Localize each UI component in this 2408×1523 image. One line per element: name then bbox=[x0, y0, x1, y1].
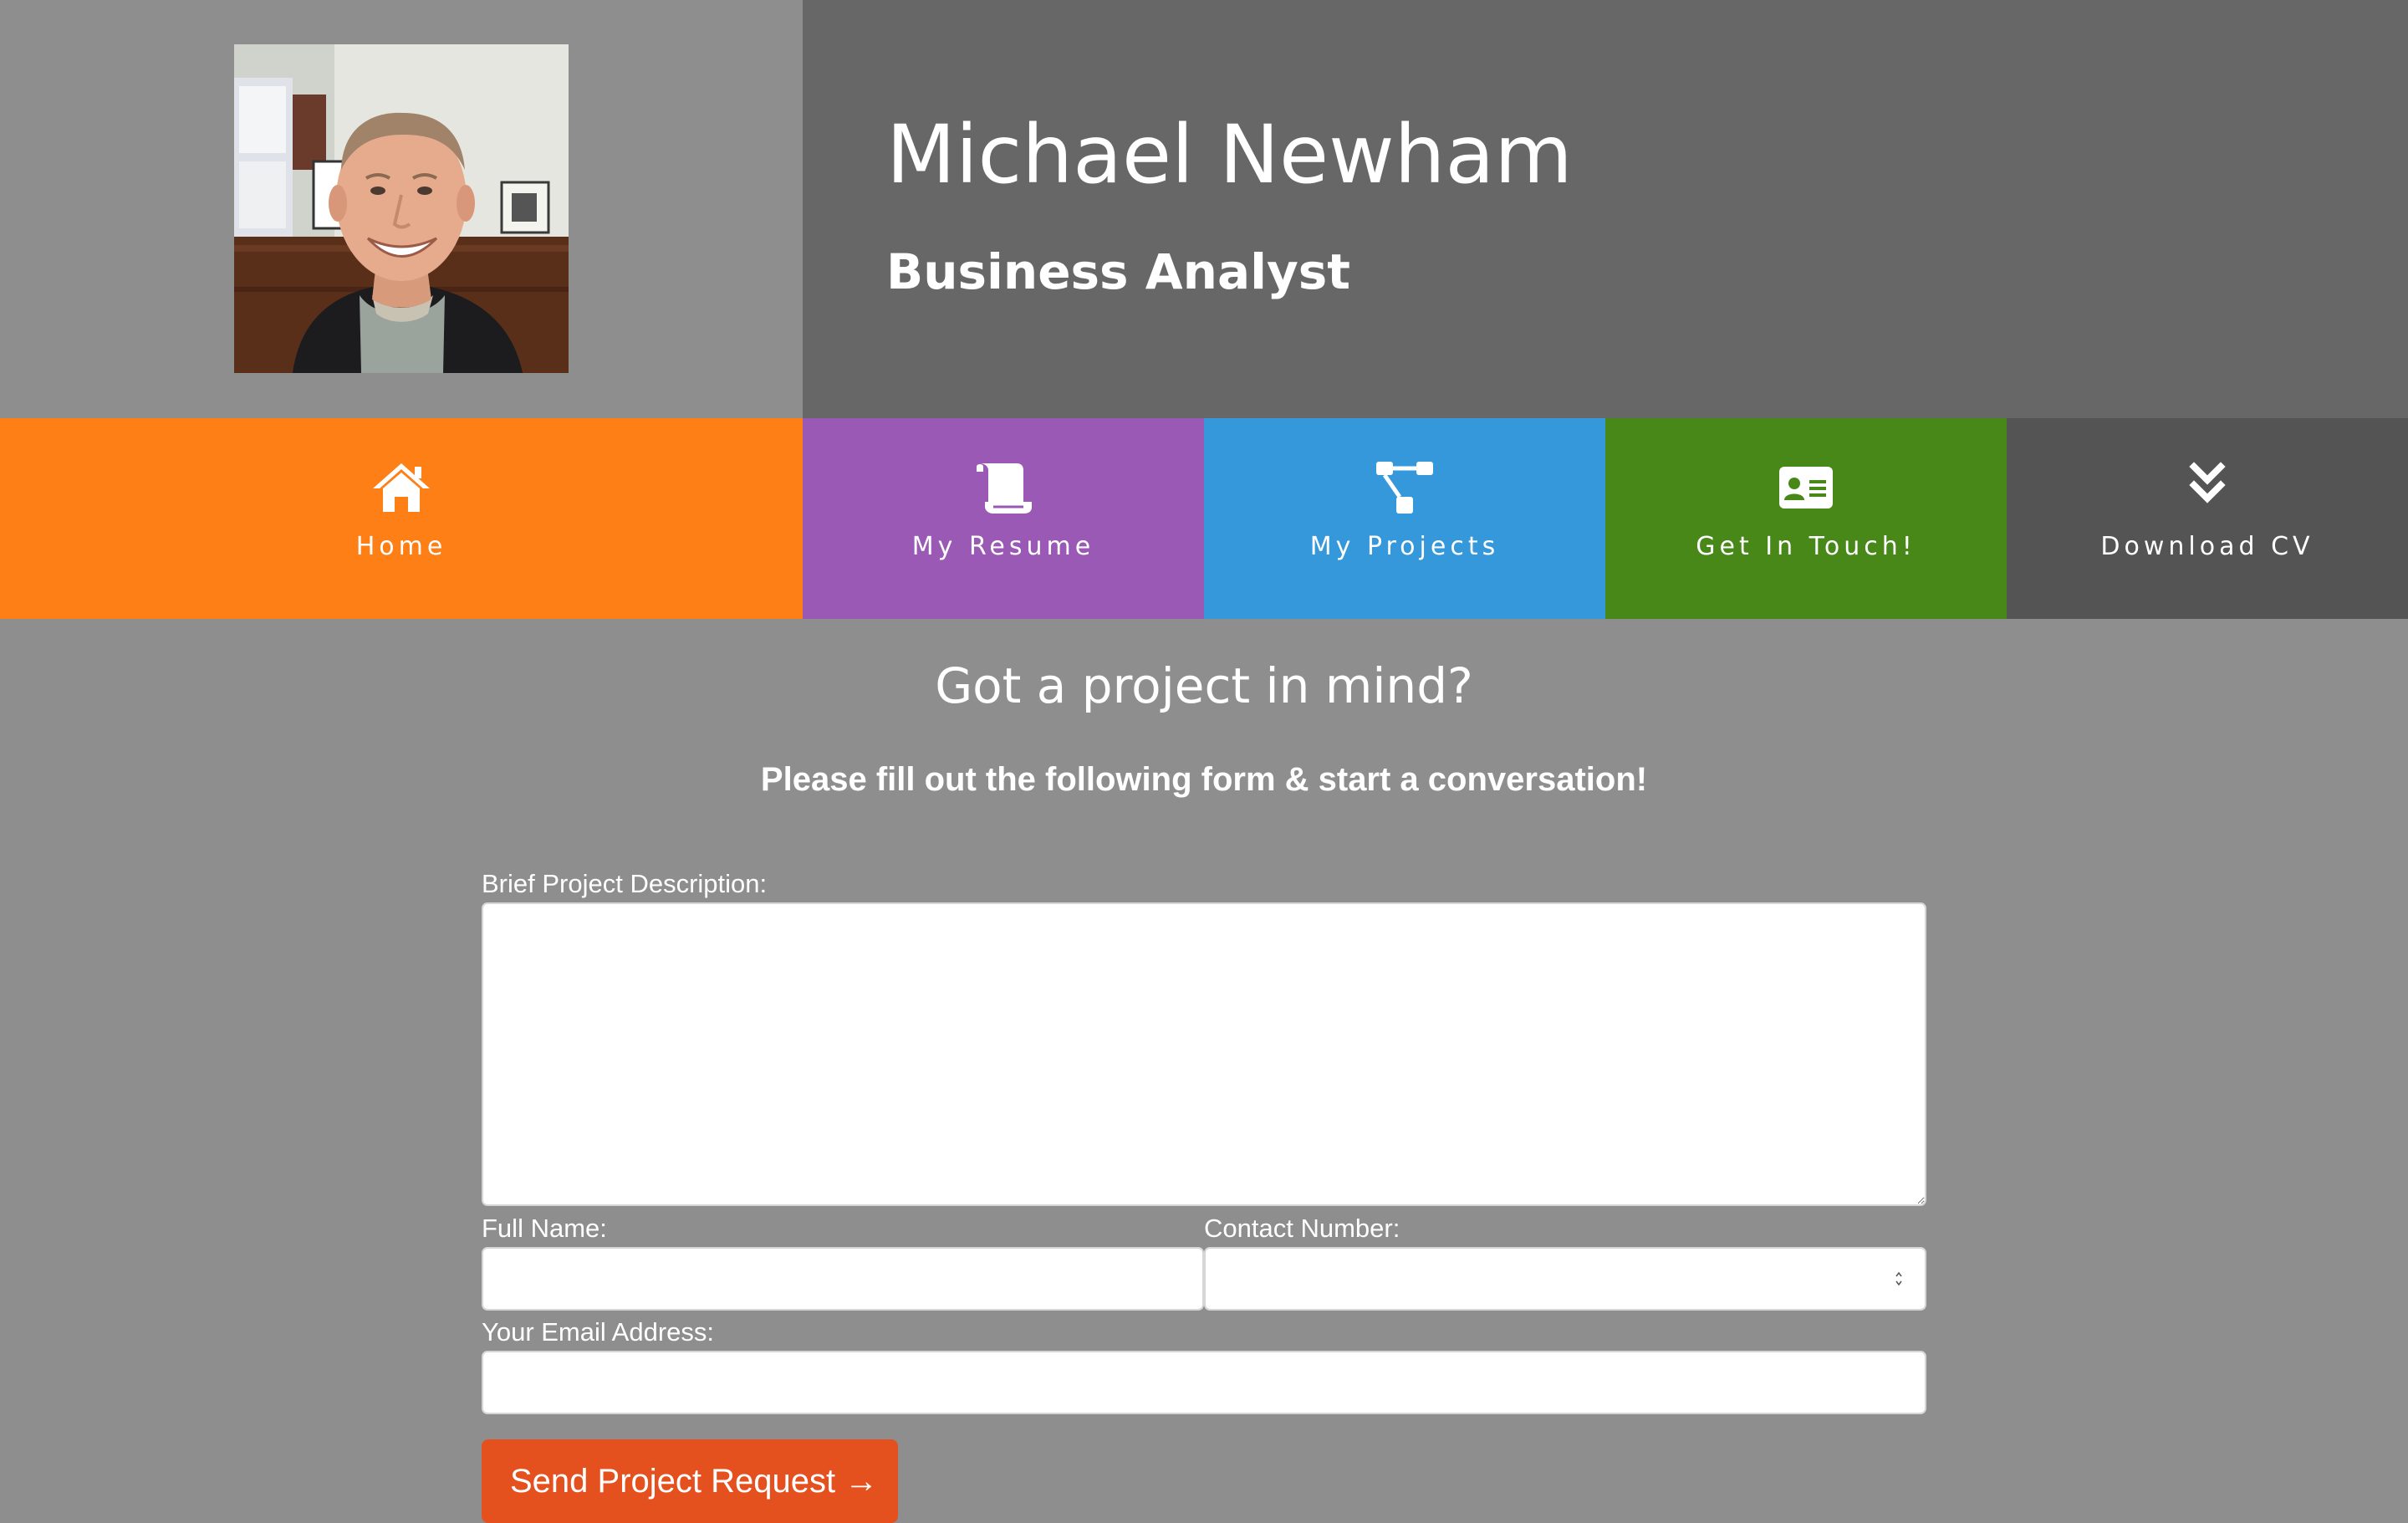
page-subtitle: Business Analyst bbox=[886, 243, 1351, 300]
header-title-panel bbox=[803, 0, 2408, 418]
header-photo-panel bbox=[0, 0, 803, 418]
description-textarea[interactable] bbox=[482, 902, 1926, 1206]
section-subheading: Please fill out the following form & sta… bbox=[760, 761, 1648, 798]
nav-item-download-cv[interactable]: Download CV bbox=[2007, 418, 2408, 619]
contact-number-input[interactable] bbox=[1204, 1247, 1926, 1311]
nav-item-label: My Projects bbox=[1309, 532, 1500, 561]
site-header: Michael Newham Business Analyst bbox=[0, 0, 2408, 418]
nav-item-my-projects[interactable]: My Projects bbox=[1204, 418, 1605, 619]
section-heading: Got a project in mind? bbox=[935, 657, 1473, 714]
nav-item-label: Get In Touch! bbox=[1696, 532, 1916, 561]
nav-item-my-resume[interactable]: My Resume bbox=[803, 418, 1204, 619]
home-icon bbox=[371, 460, 431, 515]
full-name-label: Full Name: bbox=[482, 1214, 607, 1243]
page-title: Michael Newham bbox=[886, 108, 1573, 202]
email-input[interactable] bbox=[482, 1351, 1926, 1414]
double-chevron-down-icon bbox=[2177, 460, 2237, 515]
nav-item-label: Download CV bbox=[2100, 532, 2314, 561]
nav-item-get-in-touch[interactable]: Get In Touch! bbox=[1605, 418, 2007, 619]
send-project-request-button[interactable]: Send Project Request → bbox=[482, 1439, 898, 1523]
contact-number-wrapper bbox=[1204, 1247, 1926, 1311]
main-nav: Home My Resume My Projects Get In Touch!… bbox=[0, 418, 2408, 619]
full-name-input[interactable] bbox=[482, 1247, 1204, 1311]
avatar bbox=[234, 44, 569, 373]
nav-item-label: Home bbox=[355, 532, 447, 561]
contact-card-icon bbox=[1776, 460, 1836, 515]
email-label: Your Email Address: bbox=[482, 1317, 715, 1347]
nav-item-label: My Resume bbox=[911, 532, 1095, 561]
scroll-icon bbox=[973, 460, 1033, 515]
contact-number-label: Contact Number: bbox=[1204, 1214, 1400, 1243]
sitemap-icon bbox=[1375, 460, 1435, 515]
nav-item-home[interactable]: Home bbox=[0, 418, 803, 619]
description-label: Brief Project Description: bbox=[482, 869, 768, 898]
